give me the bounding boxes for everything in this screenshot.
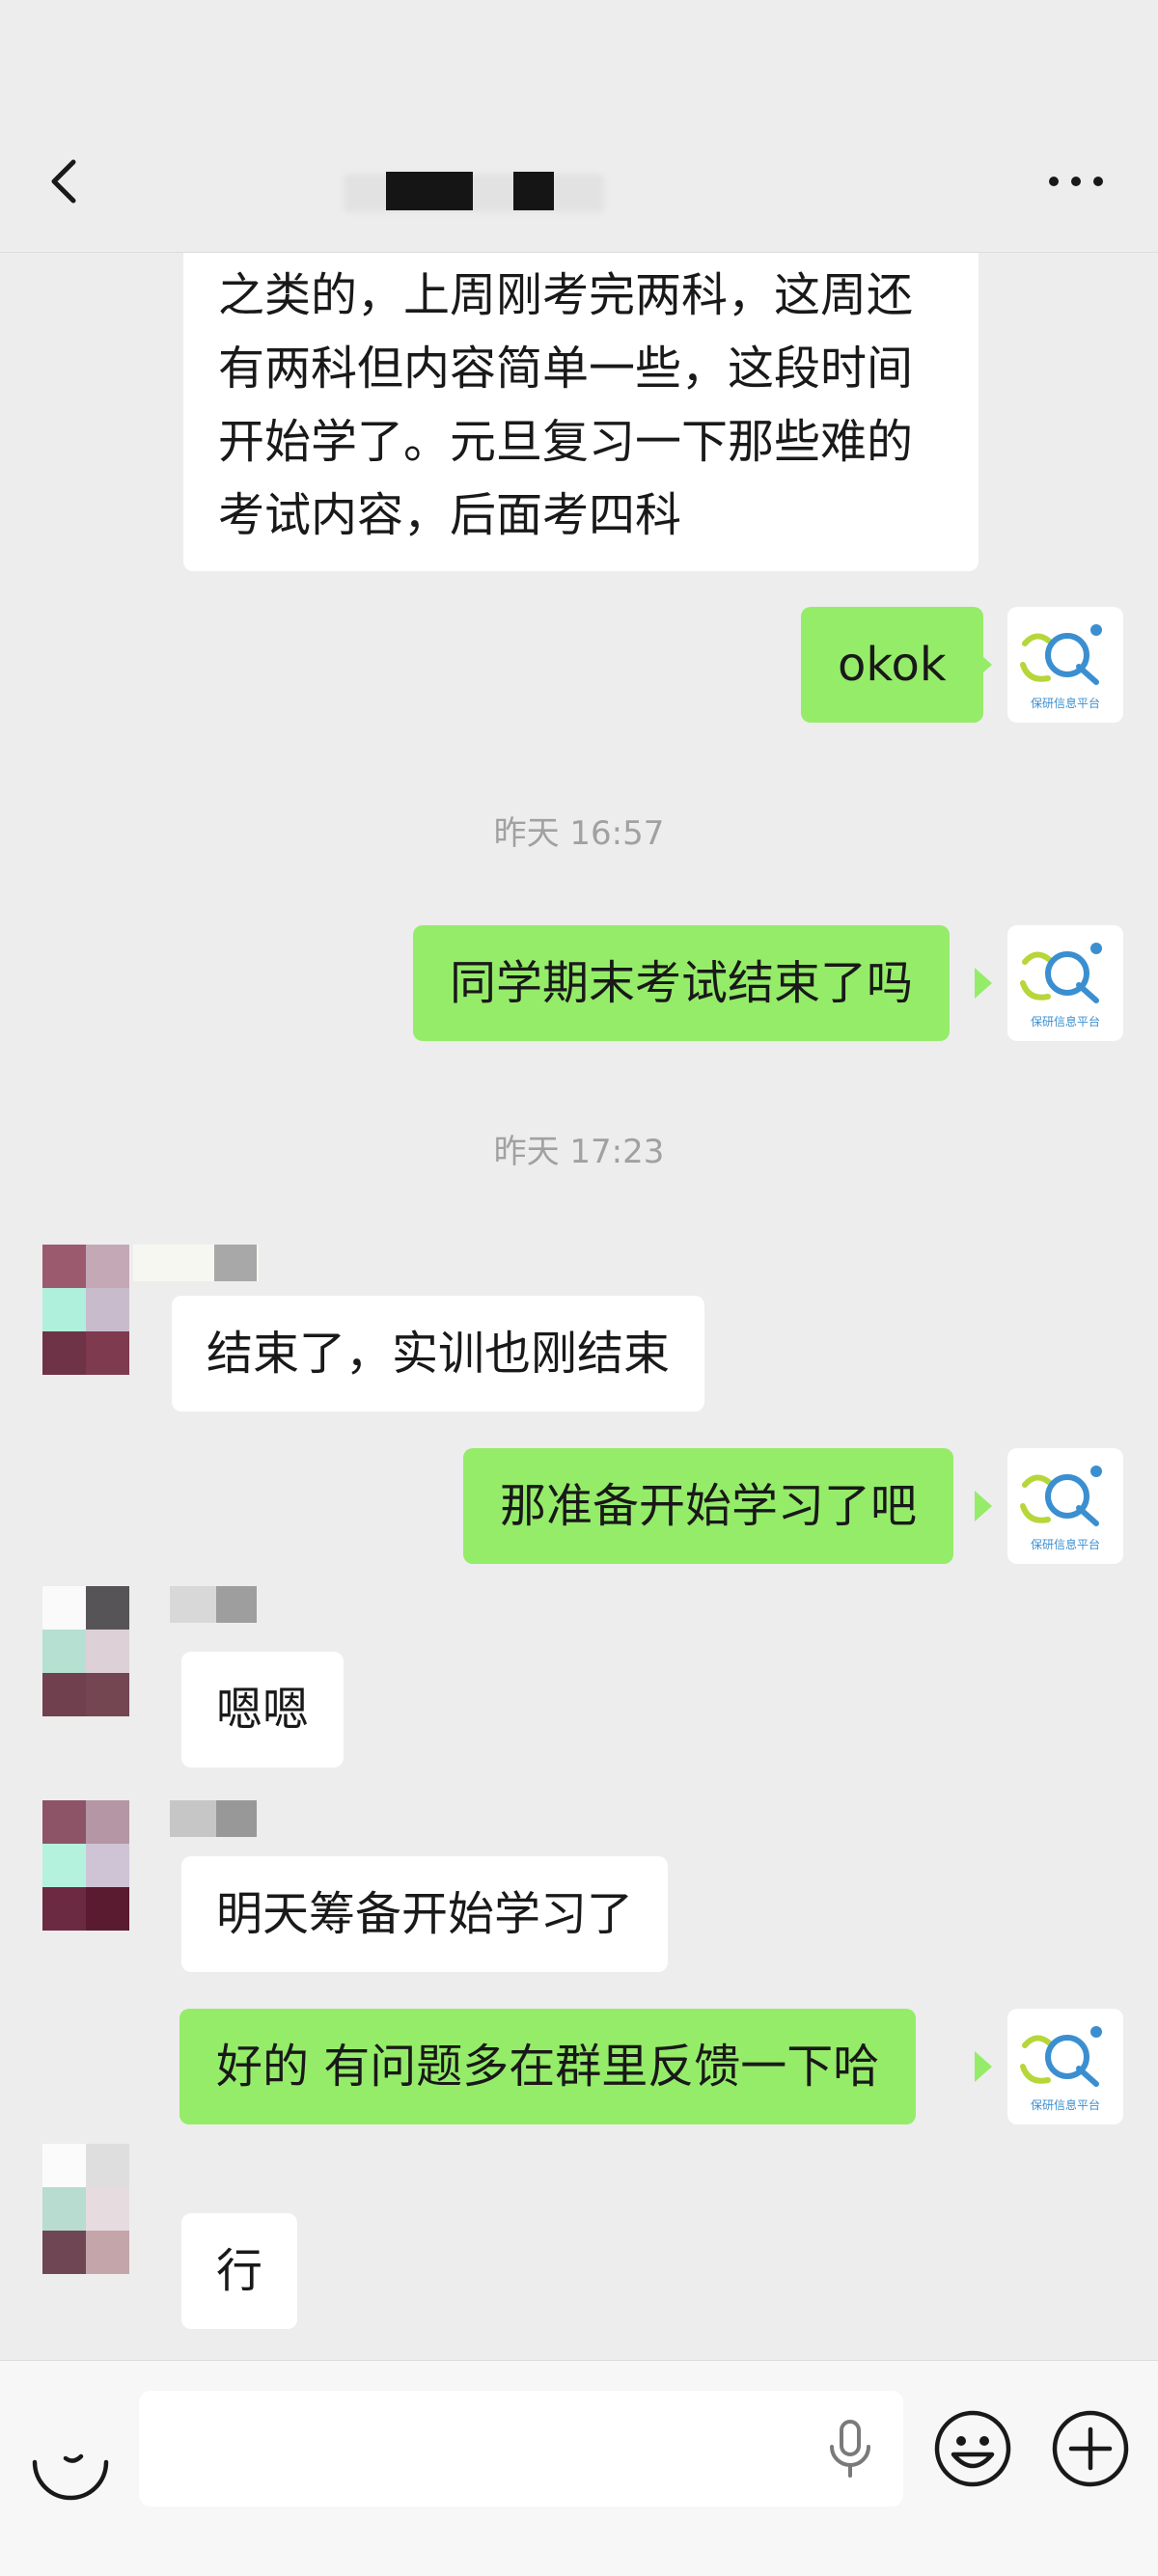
my-avatar[interactable]: 保研信息平台 <box>1007 1448 1123 1564</box>
avatar-caption: 保研信息平台 <box>1031 696 1100 710</box>
message-bubble-incoming[interactable]: 行 <box>181 2213 298 2329</box>
avatar-caption: 保研信息平台 <box>1031 2097 1100 2112</box>
message-list[interactable]: 之类的，上周刚考完两科，这周还 有两科但内容简单一些，这段时间 开始学了。元旦复… <box>0 253 1158 2360</box>
more-dots-icon <box>1049 177 1103 186</box>
emoji-button[interactable] <box>932 2408 1013 2489</box>
contact-avatar[interactable] <box>42 1586 129 1717</box>
contact-avatar[interactable] <box>42 1245 129 1376</box>
timestamp: 昨天 16:57 <box>493 814 665 853</box>
message-bubble-outgoing[interactable]: 好的 有问题多在群里反馈一下哈 <box>179 2009 917 2124</box>
contact-name-redacted <box>216 1586 257 1623</box>
contact-avatar[interactable] <box>42 2144 129 2275</box>
avatar-caption: 保研信息平台 <box>1031 1014 1100 1028</box>
emoji-icon <box>934 2410 1011 2487</box>
message-bubble-outgoing[interactable]: okok <box>801 607 983 723</box>
my-avatar[interactable]: 保研信息平台 <box>1007 2009 1123 2124</box>
chevron-left-icon <box>51 159 76 204</box>
bubble-tail <box>975 1491 992 1521</box>
plus-icon <box>1052 2410 1129 2487</box>
more-functions-button[interactable] <box>1050 2408 1131 2489</box>
avatar-caption: 保研信息平台 <box>1031 1537 1100 1551</box>
contact-name-redacted <box>214 1245 257 1281</box>
platform-logo-icon: 保研信息平台 <box>1020 2026 1102 2112</box>
title-mask <box>386 172 473 210</box>
title-blur <box>344 174 604 212</box>
microphone-button[interactable] <box>824 2418 876 2480</box>
bubble-tail <box>975 968 992 999</box>
bubble-tail <box>975 2051 992 2082</box>
timestamp: 昨天 17:23 <box>493 1133 665 1171</box>
platform-logo-icon: 保研信息平台 <box>1020 943 1102 1028</box>
chat-header <box>0 0 1158 253</box>
platform-logo-icon: 保研信息平台 <box>1020 624 1102 710</box>
voice-toggle-button[interactable] <box>27 2422 114 2508</box>
voice-toggle-icon <box>32 2453 109 2501</box>
microphone-icon <box>830 2420 870 2478</box>
message-bubble-incoming[interactable]: 之类的，上周刚考完两科，这周还 有两科但内容简单一些，这段时间 开始学了。元旦复… <box>183 253 979 571</box>
message-bubble-outgoing[interactable]: 同学期末考试结束了吗 <box>413 925 951 1041</box>
platform-logo-icon: 保研信息平台 <box>1020 1466 1102 1551</box>
message-bubble-incoming[interactable]: 嗯嗯 <box>181 1652 345 1768</box>
contact-name-redacted <box>170 1586 216 1623</box>
message-bubble-incoming[interactable]: 明天筹备开始学习了 <box>181 1856 669 1972</box>
back-button[interactable] <box>39 152 96 210</box>
contact-name-redacted <box>170 1800 216 1837</box>
message-input[interactable] <box>139 2391 903 2507</box>
chat-title-redacted <box>344 166 604 216</box>
bubble-tail <box>975 649 992 680</box>
message-bubble-outgoing[interactable]: 那准备开始学习了吧 <box>463 1448 954 1564</box>
message-bubble-incoming[interactable]: 结束了，实训也刚结束 <box>172 1296 705 1411</box>
contact-avatar[interactable] <box>42 1800 129 1932</box>
my-avatar[interactable]: 保研信息平台 <box>1007 607 1123 723</box>
my-avatar[interactable]: 保研信息平台 <box>1007 925 1123 1041</box>
more-options-button[interactable] <box>1042 162 1110 201</box>
contact-name-redacted <box>216 1800 257 1837</box>
title-mask <box>513 172 554 210</box>
